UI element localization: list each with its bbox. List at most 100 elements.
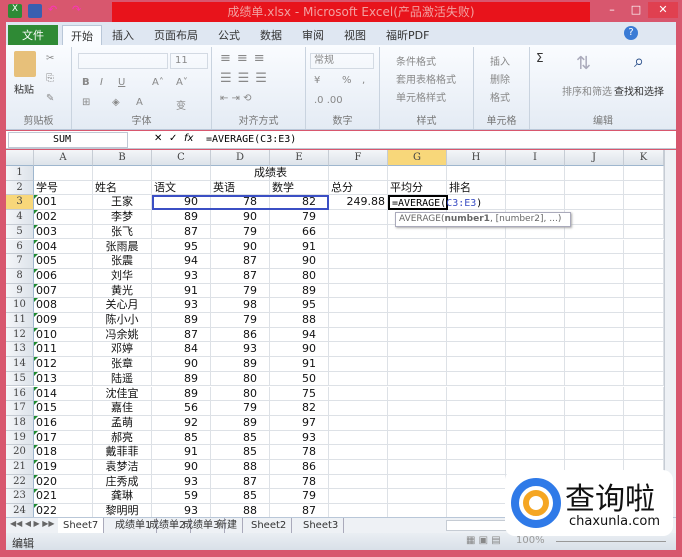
cell-G13[interactable] (388, 342, 447, 358)
cell-D8[interactable]: 87 (211, 268, 270, 284)
paste-icon[interactable] (14, 51, 36, 77)
cell-G1[interactable] (388, 166, 447, 181)
cell-F10[interactable] (329, 298, 388, 313)
tab-home[interactable]: 开始 (62, 25, 102, 46)
cell-G8[interactable] (388, 268, 447, 284)
cell-C21[interactable]: 90 (152, 460, 211, 475)
cell-C2[interactable]: 语文 (152, 180, 211, 196)
column-header-B[interactable]: B (93, 150, 152, 166)
cell-G5[interactable] (388, 224, 447, 240)
cell-D23[interactable]: 85 (211, 489, 270, 505)
cut-icon[interactable]: ✂ (46, 53, 54, 64)
help-icon[interactable]: ? (624, 26, 638, 40)
row-header-7[interactable]: 7 (6, 254, 34, 269)
cell-A24[interactable]: 022 (34, 504, 93, 517)
cell-C6[interactable]: 95 (152, 239, 211, 255)
cell-H19[interactable] (447, 430, 506, 446)
cell-E18[interactable]: 97 (270, 415, 329, 431)
tab-view[interactable]: 视图 (336, 25, 374, 46)
cell-B7[interactable]: 张震 (93, 254, 152, 269)
row-header-16[interactable]: 16 (6, 386, 34, 402)
row-header-21[interactable]: 21 (6, 460, 34, 475)
tab-file[interactable]: 文件 (8, 25, 58, 46)
cell-K1[interactable] (624, 166, 664, 181)
cell-E21[interactable]: 86 (270, 460, 329, 475)
cell-J6[interactable] (565, 239, 624, 255)
row-header-3[interactable]: 3 (6, 195, 34, 211)
paste-button[interactable]: 粘贴 (14, 81, 34, 96)
cell-A8[interactable]: 006 (34, 268, 93, 284)
cell-D20[interactable]: 85 (211, 445, 270, 460)
cell-D21[interactable]: 88 (211, 460, 270, 475)
cell-A5[interactable]: 003 (34, 224, 93, 240)
view-mode-icons[interactable]: ▦ ▣ ▤ (466, 535, 501, 546)
row-header-18[interactable]: 18 (6, 415, 34, 431)
cell-F12[interactable] (329, 327, 388, 343)
cell-C16[interactable]: 89 (152, 386, 211, 402)
column-header-G[interactable]: G (388, 150, 447, 166)
cell-C10[interactable]: 93 (152, 298, 211, 313)
format-button[interactable]: 格式 (490, 89, 510, 104)
cell-G2[interactable]: 平均分 (388, 180, 447, 196)
cell-C23[interactable]: 59 (152, 489, 211, 505)
worksheet-grid[interactable]: A B C D E F G H I J K 1 成绩表 2 学号 姓名 语文 英语 数学 总分 平均分 排名 3 001 王家 9… (6, 150, 664, 517)
column-header-A[interactable]: A (34, 150, 93, 166)
cell-K19[interactable] (624, 430, 664, 446)
cell-B16[interactable]: 沈佳宜 (93, 386, 152, 402)
cell-B11[interactable]: 陈小小 (93, 313, 152, 328)
cell-G9[interactable] (388, 283, 447, 299)
cell-E2[interactable]: 数学 (270, 180, 329, 196)
cell-E20[interactable]: 78 (270, 445, 329, 460)
cell-B19[interactable]: 郝亮 (93, 430, 152, 446)
format-painter-icon[interactable]: ✎ (46, 93, 54, 104)
cell-D18[interactable]: 89 (211, 415, 270, 431)
cell-D9[interactable]: 79 (211, 283, 270, 299)
cell-K11[interactable] (624, 313, 664, 328)
cell-I11[interactable] (506, 313, 565, 328)
cell-K12[interactable] (624, 327, 664, 343)
cell-E22[interactable]: 78 (270, 474, 329, 490)
fill-color-icon[interactable]: ◈ (112, 97, 120, 108)
cell-A19[interactable]: 017 (34, 430, 93, 446)
cell-F16[interactable] (329, 386, 388, 402)
cell-A12[interactable]: 010 (34, 327, 93, 343)
cell-F14[interactable] (329, 357, 388, 372)
cell-B23[interactable]: 龚琳 (93, 489, 152, 505)
cell-J5[interactable] (565, 224, 624, 240)
cell-K16[interactable] (624, 386, 664, 402)
horizontal-align-icons[interactable]: ☰☰☰ (220, 71, 273, 86)
cell-D7[interactable]: 87 (211, 254, 270, 269)
cell-K4[interactable] (624, 210, 664, 225)
save-icon[interactable] (28, 4, 42, 18)
cell-I20[interactable] (506, 445, 565, 460)
cell-J12[interactable] (565, 327, 624, 343)
cell-F22[interactable] (329, 474, 388, 490)
enter-icon[interactable]: ✓ (169, 133, 177, 144)
cell-D10[interactable]: 98 (211, 298, 270, 313)
cell-D14[interactable]: 89 (211, 357, 270, 372)
cell-C14[interactable]: 90 (152, 357, 211, 372)
cell-K8[interactable] (624, 268, 664, 284)
cell-H24[interactable] (447, 504, 506, 517)
cell-K15[interactable] (624, 371, 664, 387)
border-icon[interactable]: ⊞ (82, 97, 90, 108)
cell-F18[interactable] (329, 415, 388, 431)
cell-I13[interactable] (506, 342, 565, 358)
sheet-tab[interactable]: Sheet7 (58, 518, 105, 533)
column-header-J[interactable]: J (565, 150, 624, 166)
cell-D4[interactable]: 90 (211, 210, 270, 225)
cell-I18[interactable] (506, 415, 565, 431)
insert-button[interactable]: 插入 (490, 53, 510, 68)
cell-C18[interactable]: 92 (152, 415, 211, 431)
cell-B1[interactable] (93, 166, 152, 181)
cell-G14[interactable] (388, 357, 447, 372)
cell-B10[interactable]: 关心月 (93, 298, 152, 313)
cell-K18[interactable] (624, 415, 664, 431)
cell-A1[interactable] (34, 166, 93, 181)
formula-input[interactable]: =AVERAGE(C3:E3) (206, 132, 296, 148)
cell-C7[interactable]: 94 (152, 254, 211, 269)
cell-F9[interactable] (329, 283, 388, 299)
cell-E17[interactable]: 82 (270, 401, 329, 416)
cell-F5[interactable] (329, 224, 388, 240)
cell-F1[interactable] (329, 166, 388, 181)
